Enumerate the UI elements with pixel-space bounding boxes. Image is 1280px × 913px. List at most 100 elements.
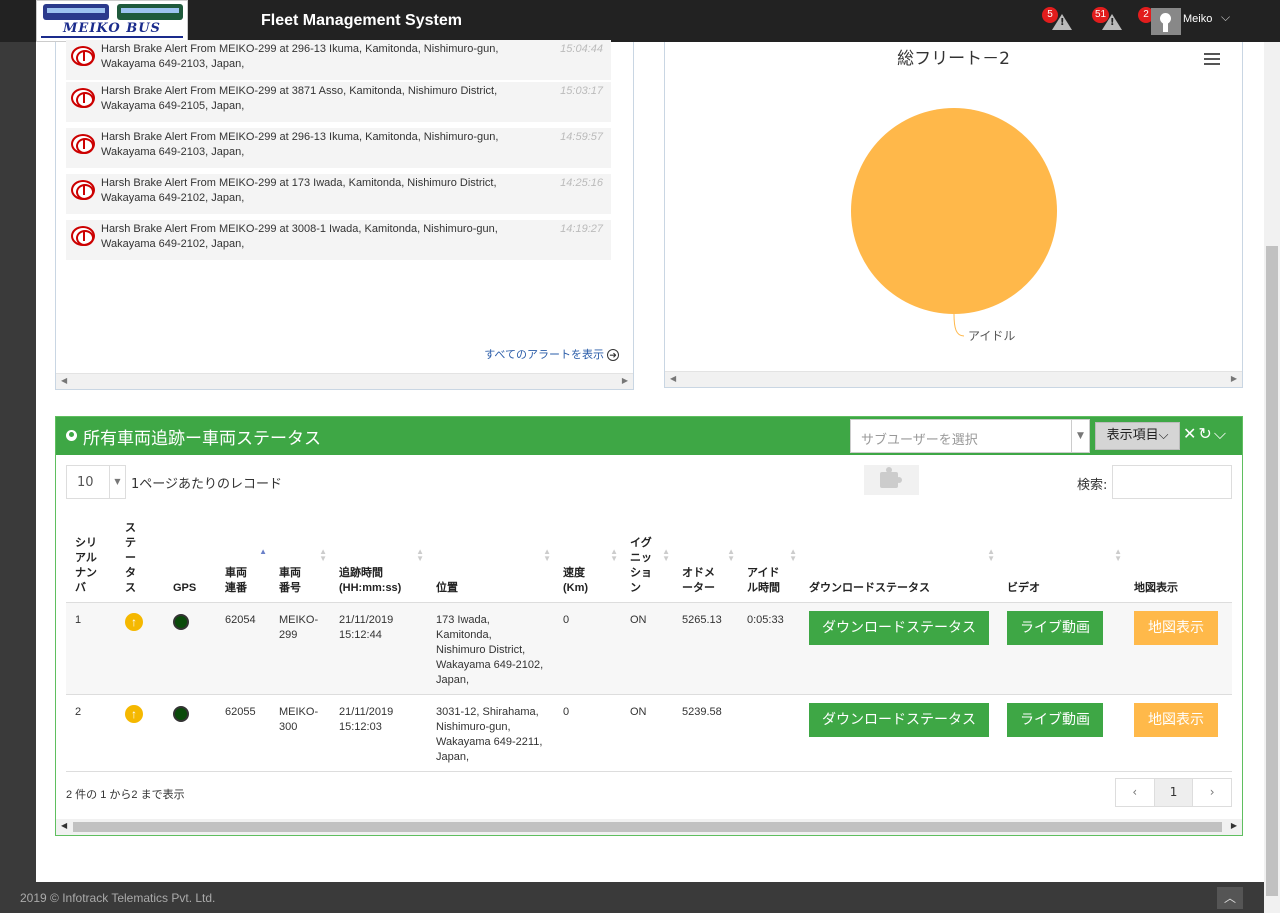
horizontal-scrollbar[interactable]: ◀ ▶	[56, 819, 1242, 835]
odometer-cell: 5265.13	[673, 602, 738, 695]
brake-alert-icon	[71, 226, 95, 246]
ignition-cell: ON	[621, 602, 673, 695]
vehicle-seq-cell: 62054	[216, 602, 270, 695]
sort-asc-icon: ▲	[259, 547, 267, 556]
column-header-idle-time[interactable]: アイドル時間 ▲ ▼	[738, 517, 800, 603]
plugin-button[interactable]	[864, 465, 919, 495]
column-header-ignition[interactable]: イグニッション ▲ ▼	[621, 517, 673, 603]
scroll-right-icon[interactable]: ▶	[1231, 821, 1237, 830]
column-header-download-status[interactable]: ダウンロードステータス ▲ ▼	[800, 517, 998, 603]
sort-icon: ▲ ▼	[789, 547, 797, 563]
download-status-button[interactable]: ダウンロードステータス	[809, 703, 989, 737]
column-header-status[interactable]: ステータス	[116, 517, 164, 603]
user-name[interactable]: Meiko	[1183, 13, 1212, 25]
refresh-icon[interactable]: ↻	[1198, 424, 1213, 443]
chevron-down-icon[interactable]: ⌵	[1214, 424, 1228, 443]
panel-header: 所有車両追跡ー車両ステータス サブユーザーを選択 ▼ 表示項目⌵ ✕↻⌵	[56, 417, 1242, 455]
warning-notification-button[interactable]: 5	[1042, 7, 1076, 34]
brake-alert-icon	[71, 180, 95, 200]
pie-slice[interactable]	[851, 108, 1057, 314]
column-header-speed[interactable]: 速度 (Km) ▲ ▼	[554, 517, 621, 603]
page-vertical-scrollbar[interactable]	[1264, 42, 1280, 913]
alert-notification-button[interactable]: 51	[1092, 7, 1126, 34]
scrollbar-thumb[interactable]	[73, 822, 1222, 832]
brake-alert-icon	[71, 134, 95, 154]
live-video-button[interactable]: ライブ動画	[1007, 703, 1103, 737]
moving-status-icon: ↑	[125, 705, 143, 723]
sort-icon: ▲ ▼	[543, 547, 551, 563]
meiko-bus-logo[interactable]: MEIKO BUS	[36, 0, 188, 42]
sort-icon: ▲ ▼	[987, 547, 995, 563]
view-all-alerts-label: すべてのアラートを表示	[484, 349, 604, 361]
live-video-button[interactable]: ライブ動画	[1007, 611, 1103, 645]
speed-cell: 0	[554, 602, 621, 695]
fleet-chart-panel: 総フリート－2 アイドル ◀ ▶	[664, 42, 1243, 388]
pagination-next-button[interactable]: ›	[1193, 779, 1231, 806]
column-header-odometer[interactable]: オドメーター ▲ ▼	[673, 517, 738, 603]
search-input[interactable]	[1112, 465, 1232, 499]
view-all-alerts-link[interactable]: すべてのアラートを表示 ➜	[484, 346, 619, 362]
pie-label-connector	[953, 313, 965, 337]
page-length-label: 1ページあたりのレコード	[131, 477, 283, 492]
chevron-down-icon[interactable]: ⌵	[1221, 10, 1230, 25]
gps-status-icon	[173, 614, 189, 630]
dropdown-caret-icon: ▼	[1071, 420, 1089, 452]
alert-item[interactable]: Harsh Brake Alert From MEIKO-299 at 173 …	[66, 174, 611, 214]
ignition-cell: ON	[621, 694, 673, 772]
map-view-button[interactable]: 地図表示	[1134, 703, 1218, 737]
sort-icon: ▲ ▼	[727, 547, 735, 563]
alert-item[interactable]: Harsh Brake Alert From MEIKO-299 at 296-…	[66, 128, 611, 168]
horizontal-scrollbar[interactable]: ◀ ▶	[665, 371, 1242, 387]
pagination-page-button[interactable]: 1	[1154, 779, 1194, 806]
close-icon[interactable]: ✕	[1183, 424, 1198, 443]
bus-image-icon	[43, 4, 109, 20]
tracking-time-cell: 21/11/2019 15:12:44	[330, 602, 427, 695]
scroll-left-icon[interactable]: ◀	[670, 374, 676, 383]
dropdown-caret-icon: ▼	[109, 466, 125, 498]
notification-count-badge: 5	[1042, 7, 1058, 23]
scroll-left-icon[interactable]: ◀	[61, 376, 67, 385]
column-header-vehicle-no[interactable]: 車両番号 ▲ ▼	[270, 517, 330, 603]
scroll-left-icon[interactable]: ◀	[61, 821, 67, 830]
alert-item[interactable]: Harsh Brake Alert From MEIKO-299 at 3008…	[66, 220, 611, 260]
sort-icon: ▲ ▼	[610, 547, 618, 563]
vehicle-no-cell: MEIKO-299	[270, 602, 330, 695]
column-header-map[interactable]: 地図表示	[1125, 517, 1232, 603]
alert-text: Harsh Brake Alert From MEIKO-299 at 3871…	[101, 85, 498, 112]
scrollbar-thumb[interactable]	[1266, 246, 1278, 896]
user-avatar[interactable]	[1151, 8, 1181, 35]
bus-image-icon	[117, 4, 183, 20]
horizontal-scrollbar[interactable]: ◀ ▶	[56, 373, 633, 389]
alert-item[interactable]: Harsh Brake Alert From MEIKO-299 at 3871…	[66, 82, 611, 122]
table-row: 1 ↑ 62054 MEIKO-299 21/11/2019 15:12:44 …	[66, 602, 1232, 695]
column-header-video[interactable]: ビデオ ▲ ▼	[998, 517, 1125, 603]
column-header-vehicle-seq[interactable]: 車両連番 ▲	[216, 517, 270, 603]
column-header-tracking-time[interactable]: 追跡時間 (HH:mm:ss) ▲ ▼	[330, 517, 427, 603]
scroll-right-icon[interactable]: ▶	[622, 376, 628, 385]
copyright-text: 2019 © Infotrack Telematics Pvt. Ltd.	[20, 891, 216, 905]
top-navbar: MEIKO BUS Fleet Management System 5 51 2…	[0, 0, 1280, 42]
alert-text: Harsh Brake Alert From MEIKO-299 at 173 …	[101, 177, 497, 204]
scroll-right-icon[interactable]: ▶	[1231, 374, 1237, 383]
scroll-to-top-button[interactable]: ︿	[1217, 887, 1243, 909]
panel-title: 所有車両追跡ー車両ステータス	[83, 429, 321, 449]
column-visibility-button[interactable]: 表示項目⌵	[1095, 422, 1180, 450]
globe-icon	[66, 430, 77, 441]
subuser-select[interactable]: サブユーザーを選択 ▼	[850, 419, 1090, 453]
column-header-serial[interactable]: シリアルナンバ	[66, 517, 116, 603]
puzzle-icon	[880, 467, 902, 488]
alert-text: Harsh Brake Alert From MEIKO-299 at 296-…	[101, 43, 499, 70]
alert-time: 15:04:44	[560, 43, 603, 55]
column-header-gps[interactable]: GPS	[164, 517, 216, 603]
column-header-location[interactable]: 位置 ▲ ▼	[427, 517, 554, 603]
alerts-panel: Harsh Brake Alert From MEIKO-299 at 296-…	[55, 40, 634, 390]
map-view-button[interactable]: 地図表示	[1134, 611, 1218, 645]
download-status-button[interactable]: ダウンロードステータス	[809, 611, 989, 645]
location-cell: 173 Iwada, Kamitonda, Nishimuro District…	[427, 602, 554, 695]
pagination-prev-button[interactable]: ‹	[1116, 779, 1155, 806]
sort-icon: ▲ ▼	[319, 547, 327, 563]
page-length-select[interactable]: 10 ▼	[66, 465, 126, 499]
chevron-up-icon: ︿	[1223, 891, 1236, 905]
subuser-placeholder: サブユーザーを選択	[861, 433, 978, 448]
alert-item[interactable]: Harsh Brake Alert From MEIKO-299 at 296-…	[66, 40, 611, 80]
